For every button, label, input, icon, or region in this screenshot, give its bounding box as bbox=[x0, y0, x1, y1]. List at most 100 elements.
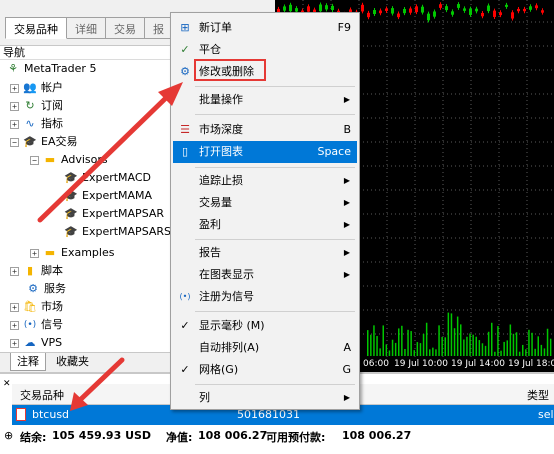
tree-item-expert[interactable]: 🎓 ExpertMACD bbox=[64, 169, 151, 187]
tree-item-indicators[interactable]: + ∿ 指标 bbox=[10, 115, 63, 133]
menu-item-bulk-operations[interactable]: 批量操作 ▶ bbox=[173, 89, 357, 111]
candle-body bbox=[475, 8, 478, 12]
volume-bar bbox=[506, 340, 508, 356]
expert-icon: 🎓 bbox=[64, 225, 78, 238]
menu-item-profit[interactable]: 盈利 ▶ bbox=[173, 214, 357, 236]
tree-item-services[interactable]: ⚙ 服务 bbox=[26, 280, 66, 298]
menu-item-auto-arrange[interactable]: 自动排列(A) A bbox=[173, 337, 357, 359]
volume-bar bbox=[528, 329, 530, 356]
tree-item-label: 服务 bbox=[44, 282, 66, 295]
volume-bar bbox=[472, 334, 474, 356]
close-icon[interactable]: ✕ bbox=[3, 379, 11, 389]
menu-item-new-order[interactable]: ⊞ 新订单 F9 bbox=[173, 17, 357, 39]
modify-icon: ⚙ bbox=[180, 65, 190, 78]
collapse-icon[interactable]: − bbox=[10, 137, 19, 147]
submenu-arrow-icon: ▶ bbox=[343, 176, 350, 185]
tree-item-label: 市场 bbox=[41, 300, 63, 313]
volume-bar bbox=[373, 325, 375, 356]
menu-item-grid[interactable]: ✓ 网格(G) G bbox=[173, 359, 357, 381]
tree-item-signals[interactable]: + (•) 信号 bbox=[10, 316, 63, 334]
expand-icon[interactable]: + bbox=[10, 266, 19, 276]
expand-icon[interactable]: + bbox=[10, 101, 19, 111]
menu-item-show-milliseconds[interactable]: ✓ 显示毫秒 (M) bbox=[173, 315, 357, 337]
tree-item-expert[interactable]: 🎓 ExpertMAPSAR bbox=[64, 205, 164, 223]
tab-comments[interactable]: 注释 bbox=[10, 353, 46, 371]
expand-icon[interactable]: + bbox=[10, 83, 19, 93]
menu-separator bbox=[195, 86, 355, 87]
tab-favorites[interactable]: 收藏夹 bbox=[50, 353, 95, 371]
expert-icon: 🎓 bbox=[64, 189, 78, 202]
market-watch-tabs: 交易品种 详细 交易 报 bbox=[5, 17, 173, 39]
expand-icon[interactable]: + bbox=[10, 119, 19, 129]
tab-reports[interactable]: 报 bbox=[145, 17, 173, 39]
candle-body bbox=[517, 8, 520, 12]
tree-root[interactable]: ⚘ MetaTrader 5 bbox=[6, 60, 96, 78]
collapse-icon[interactable]: − bbox=[30, 155, 39, 165]
tree-item-advisors-folder[interactable]: − ▬ Advisors bbox=[30, 151, 108, 169]
tree-item-expert[interactable]: 🎓 ExpertMAPSARS bbox=[64, 223, 171, 241]
menu-item-report[interactable]: 报告 ▶ bbox=[173, 242, 357, 264]
tab-details[interactable]: 详细 bbox=[67, 17, 106, 39]
folder-icon: ▬ bbox=[44, 153, 56, 166]
menu-separator bbox=[195, 239, 355, 240]
tree-item-accounts[interactable]: + 👥 帐户 bbox=[10, 79, 63, 97]
expand-icon[interactable]: + bbox=[30, 248, 39, 258]
volume-bar bbox=[407, 329, 409, 356]
menu-separator bbox=[195, 384, 355, 385]
time-label: 06:00 bbox=[363, 359, 389, 369]
volume-bar bbox=[534, 348, 536, 356]
candle-body bbox=[457, 4, 460, 8]
free-margin-value: 108 006.27 bbox=[342, 429, 412, 442]
volume-bar bbox=[540, 344, 543, 356]
candle-body bbox=[391, 8, 394, 14]
tree-item-subscriptions[interactable]: + ↻ 订阅 bbox=[10, 97, 63, 115]
tree-item-market[interactable]: + 🛍 市场 bbox=[10, 298, 63, 316]
expand-icon[interactable]: + bbox=[10, 302, 19, 312]
balance-value: 105 459.93 USD bbox=[52, 429, 152, 442]
volume-bar bbox=[460, 324, 462, 356]
tab-symbols[interactable]: 交易品种 bbox=[5, 17, 67, 39]
volume-bar bbox=[525, 349, 527, 356]
menu-item-register-signal[interactable]: (•) 注册为信号 bbox=[173, 286, 357, 308]
menu-item-open-chart[interactable]: ▯ 打开图表 Space bbox=[173, 141, 357, 163]
check-icon: ✓ bbox=[180, 43, 190, 56]
menu-item-volume[interactable]: 交易量 ▶ bbox=[173, 192, 357, 214]
candle-body bbox=[421, 6, 424, 13]
submenu-arrow-icon: ▶ bbox=[343, 248, 350, 257]
menu-separator bbox=[195, 167, 355, 168]
tree-item-expert[interactable]: 🎓 ExpertMAMA bbox=[64, 187, 152, 205]
column-header-symbol[interactable]: 交易品种 bbox=[20, 387, 64, 403]
volume-bar bbox=[413, 350, 415, 356]
expand-icon[interactable]: + bbox=[10, 338, 19, 348]
volume-bar bbox=[515, 332, 518, 356]
menu-item-close-position[interactable]: ✓ 平仓 bbox=[173, 39, 357, 61]
volume-bar bbox=[481, 343, 484, 356]
volume-bar bbox=[509, 324, 512, 356]
candle-body bbox=[481, 12, 484, 17]
candle-body bbox=[367, 12, 370, 18]
tree-item-scripts[interactable]: + ▮ 脚本 bbox=[10, 262, 63, 280]
candle-body bbox=[505, 4, 508, 7]
depth-icon: ☰ bbox=[180, 123, 190, 136]
menu-item-show-on-chart[interactable]: 在图表显示 ▶ bbox=[173, 264, 357, 286]
tree-item-expert-advisors[interactable]: − 🎓 EA交易 bbox=[10, 133, 77, 151]
tab-trading[interactable]: 交易 bbox=[106, 17, 145, 39]
volume-bar bbox=[385, 344, 388, 356]
volume-bar bbox=[518, 351, 521, 356]
menu-item-columns[interactable]: 列 ▶ bbox=[173, 387, 357, 409]
tree-item-vps[interactable]: + ☁ VPS bbox=[10, 334, 62, 352]
volume-bar bbox=[394, 342, 397, 356]
volume-bar bbox=[391, 339, 394, 356]
volume-bar bbox=[456, 316, 459, 356]
menu-item-market-depth[interactable]: ☰ 市场深度 B bbox=[173, 119, 357, 141]
column-header-type[interactable]: 类型 bbox=[527, 387, 549, 403]
menu-item-trailing-stop[interactable]: 追踪止损 ▶ bbox=[173, 170, 357, 192]
expand-icon[interactable]: + bbox=[10, 320, 19, 330]
time-label: 19 Jul 10:00 bbox=[394, 359, 448, 369]
annotation-highlight-box bbox=[194, 59, 266, 81]
indicators-icon: ∿ bbox=[25, 117, 35, 130]
account-status: ⊕ 结余: 105 459.93 USD 净值: 108 006.27 可用预付… bbox=[4, 427, 554, 445]
menu-separator bbox=[195, 311, 355, 312]
menu-separator bbox=[195, 114, 355, 115]
tree-item-examples-folder[interactable]: + ▬ Examples bbox=[30, 244, 114, 262]
